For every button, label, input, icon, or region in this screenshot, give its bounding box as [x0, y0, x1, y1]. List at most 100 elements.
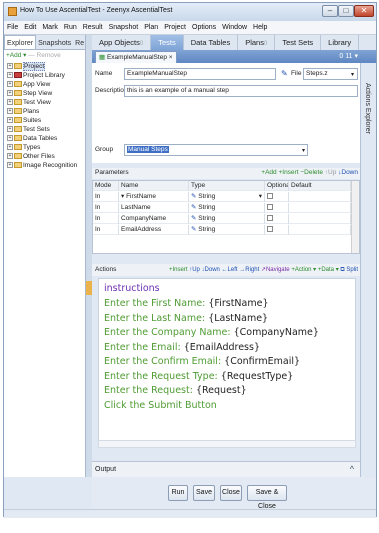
param-mode-cell[interactable]: In: [93, 192, 119, 202]
actions-explorer-strip[interactable]: Actions Explorer: [360, 63, 376, 477]
minimize-button[interactable]: –: [322, 5, 338, 17]
param-insert-button[interactable]: +Insert: [278, 169, 298, 176]
param-type-cell[interactable]: ✎ String: [189, 214, 265, 224]
action-up-button[interactable]: ↑Up: [189, 267, 200, 273]
tree-item[interactable]: + Suites: [4, 116, 85, 125]
tree-item[interactable]: + Image Recognition: [4, 161, 85, 170]
file-select[interactable]: Steps.z: [303, 68, 358, 80]
name-field[interactable]: ExampleManualStep: [124, 68, 276, 80]
tree-item[interactable]: + Test Sets: [4, 125, 85, 134]
expand-icon[interactable]: +: [7, 117, 13, 124]
actions-editor[interactable]: instructions Enter the First Name: {Firs…: [98, 278, 356, 448]
action-add-button[interactable]: +Action ▾: [291, 267, 316, 273]
param-default-cell[interactable]: [289, 214, 351, 224]
menu-options[interactable]: Options: [189, 21, 219, 35]
menu-plan[interactable]: Plan: [141, 21, 161, 35]
file-dropdown-icon[interactable]: ▾: [351, 71, 354, 78]
tree-item[interactable]: + Test View: [4, 98, 85, 107]
menu-result[interactable]: Result: [80, 21, 106, 35]
expand-icon[interactable]: +: [7, 108, 13, 115]
action-line[interactable]: Enter the Last Name: {LastName}: [104, 313, 268, 324]
optional-checkbox[interactable]: [267, 204, 273, 211]
tab-controls[interactable]: 0 11 ▾: [339, 51, 358, 62]
tab-snapshots[interactable]: Snapshots: [36, 36, 73, 49]
action-line[interactable]: Enter the Confirm Email: {ConfirmEmail}: [104, 356, 300, 367]
tree-item[interactable]: + Project: [4, 62, 85, 71]
close-window-button[interactable]: ✕: [354, 5, 374, 17]
action-line[interactable]: Enter the Email: {EmailAddress}: [104, 342, 260, 353]
action-data-button[interactable]: +Data ▾: [318, 267, 339, 273]
close-button[interactable]: Close: [220, 485, 242, 501]
close-tab-icon[interactable]: ×: [169, 54, 173, 61]
parameter-row[interactable]: In CompanyName ✎ String: [93, 214, 351, 224]
menu-window[interactable]: Window: [219, 21, 250, 35]
maximize-button[interactable]: □: [338, 5, 354, 17]
tree-item[interactable]: + Types: [4, 143, 85, 152]
expand-icon[interactable]: +: [7, 135, 13, 142]
action-line[interactable]: Click the Submit Button: [104, 400, 217, 411]
main-tab[interactable]: Tests: [151, 35, 184, 50]
action-insert-button[interactable]: +Insert: [169, 267, 188, 273]
action-line[interactable]: Enter the First Name: {FirstName}: [104, 298, 269, 309]
parameters-scrollbar[interactable]: [351, 181, 359, 253]
expand-icon[interactable]: +: [7, 162, 13, 169]
menu-help[interactable]: Help: [250, 21, 270, 35]
output-panel-header[interactable]: Output ^: [92, 461, 360, 477]
param-add-button[interactable]: +Add: [261, 169, 276, 176]
col-name[interactable]: Name: [119, 181, 189, 191]
param-name-cell[interactable]: LastName: [119, 203, 189, 213]
menu-mark[interactable]: Mark: [39, 21, 61, 35]
parameter-row[interactable]: In EmailAddress ✎ String: [93, 225, 351, 235]
expand-icon[interactable]: +: [7, 63, 13, 70]
col-default[interactable]: Default: [289, 181, 351, 191]
col-type[interactable]: Type: [189, 181, 265, 191]
tree-item[interactable]: + Data Tables: [4, 134, 85, 143]
tab-explorer[interactable]: Explorer: [4, 35, 37, 49]
actions-hscrollbar[interactable]: [98, 440, 356, 448]
param-down-button[interactable]: ↓Down: [338, 169, 358, 176]
param-mode-cell[interactable]: In: [93, 203, 119, 213]
action-down-button[interactable]: ↓Down: [202, 267, 220, 273]
action-left-button[interactable]: ←Left: [222, 267, 238, 273]
expand-icon[interactable]: +: [7, 90, 13, 97]
main-tab[interactable]: Plans0: [238, 35, 276, 50]
group-dropdown-icon[interactable]: ▾: [302, 147, 305, 154]
expand-icon[interactable]: +: [7, 81, 13, 88]
main-tab[interactable]: App Objects0: [92, 35, 152, 50]
action-split-button[interactable]: ⧉ Split: [340, 267, 358, 273]
tree-item[interactable]: + Step View: [4, 89, 85, 98]
param-default-cell[interactable]: [289, 225, 351, 235]
document-tab[interactable]: ▦ ExampleManualStep ×: [95, 51, 177, 63]
param-mode-cell[interactable]: In: [93, 225, 119, 235]
menu-file[interactable]: File: [4, 21, 21, 35]
run-button[interactable]: Run: [168, 485, 188, 501]
main-tab[interactable]: Library: [321, 35, 360, 50]
param-name-cell[interactable]: ▾ FirstName: [119, 192, 189, 202]
param-delete-button[interactable]: −Delete: [300, 169, 323, 176]
parameter-row[interactable]: In ▾ FirstName ✎ String ▾: [93, 192, 351, 202]
tree-item[interactable]: + App View: [4, 80, 85, 89]
param-optional-cell[interactable]: [265, 214, 289, 224]
col-mode[interactable]: Mode: [93, 181, 119, 191]
optional-checkbox[interactable]: [267, 193, 273, 200]
col-optional[interactable]: Optional: [265, 181, 289, 191]
tree-item[interactable]: + Plans: [4, 107, 85, 116]
optional-checkbox[interactable]: [267, 215, 273, 222]
main-tab[interactable]: Data Tables: [184, 35, 239, 50]
menu-project[interactable]: Project: [161, 21, 189, 35]
expand-icon[interactable]: +: [7, 126, 13, 133]
param-optional-cell[interactable]: [265, 225, 289, 235]
action-line[interactable]: Enter the Company Name: {CompanyName}: [104, 327, 319, 338]
tree-item[interactable]: + Project Library: [4, 71, 85, 80]
description-field[interactable]: this is an example of a manual step: [124, 85, 358, 97]
add-button[interactable]: +Add ▾: [6, 52, 26, 59]
param-mode-cell[interactable]: In: [93, 214, 119, 224]
param-name-cell[interactable]: CompanyName: [119, 214, 189, 224]
main-tab[interactable]: Test Sets: [275, 35, 322, 50]
menu-snapshot[interactable]: Snapshot: [106, 21, 142, 35]
param-default-cell[interactable]: [289, 203, 351, 213]
expand-icon[interactable]: +: [7, 72, 13, 79]
expand-icon[interactable]: +: [7, 99, 13, 106]
expand-icon[interactable]: +: [7, 153, 13, 160]
tab-re[interactable]: Re: [73, 36, 85, 49]
